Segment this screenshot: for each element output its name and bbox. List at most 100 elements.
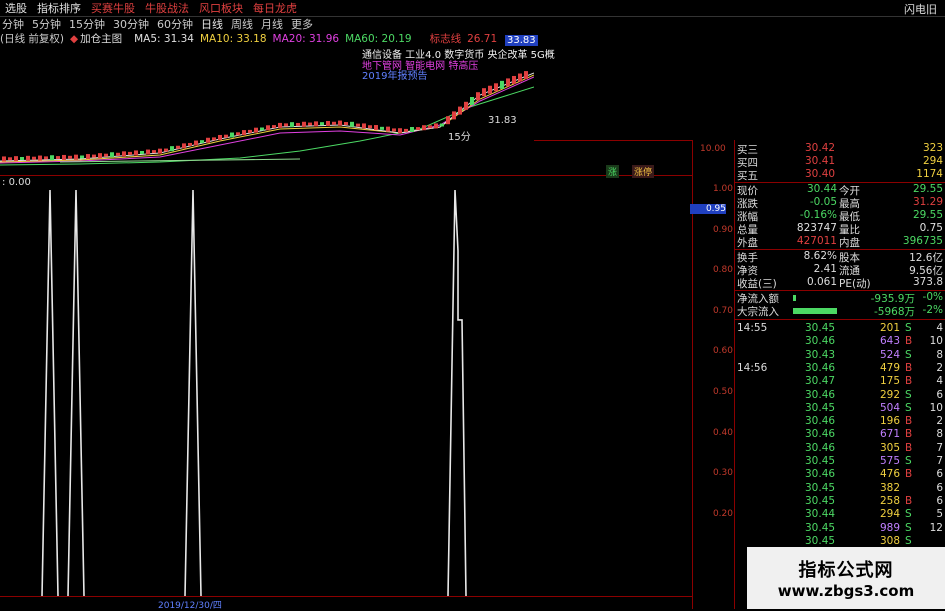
candle xyxy=(386,126,390,132)
candle xyxy=(14,156,18,162)
menu-item-2[interactable]: 买赛牛股 xyxy=(86,0,140,16)
tick-side: B xyxy=(905,441,913,454)
period-tab-6[interactable]: 周线 xyxy=(229,16,259,32)
candle xyxy=(338,120,342,126)
tick-row: 30.47 175 B 4 xyxy=(735,375,945,389)
stat-value: 427011 xyxy=(796,235,837,247)
flag-line-label: 标志线 xyxy=(429,33,462,45)
tick-price: 30.46 xyxy=(805,361,836,374)
flow-pct: -2% xyxy=(922,304,943,316)
tick-count: 8 xyxy=(936,428,943,441)
candle xyxy=(518,73,522,82)
tick-count: 4 xyxy=(936,375,943,388)
period-tab-2[interactable]: 15分钟 xyxy=(67,16,111,32)
tick-time: 14:56 xyxy=(737,361,768,374)
candle xyxy=(80,155,84,159)
fin-value-2: 373.8 xyxy=(912,276,943,288)
ask-price: 30.41 xyxy=(805,155,836,167)
ask-price: 30.42 xyxy=(805,142,836,154)
candle xyxy=(320,122,324,126)
tick-price: 30.46 xyxy=(805,415,836,428)
candle xyxy=(194,140,198,146)
signal-chart[interactable] xyxy=(0,186,692,596)
period-tab-7[interactable]: 月线 xyxy=(259,16,289,32)
ask-label: 买五 xyxy=(737,170,758,182)
y-tick-label: 0.90 xyxy=(712,224,733,235)
ma20-value: MA20: 31.96 xyxy=(272,32,340,45)
candle xyxy=(236,132,240,136)
ask-row: 买四 30.41 294 xyxy=(735,155,945,169)
ma60-value: MA60: 20.19 xyxy=(345,32,412,45)
candle xyxy=(332,121,336,125)
candle xyxy=(98,153,102,159)
ask-row: 买五 30.40 1174 xyxy=(735,168,945,182)
candle xyxy=(356,123,360,127)
tick-price: 30.45 xyxy=(805,481,836,494)
menu-item-1[interactable]: 指标排序 xyxy=(32,0,86,16)
candle xyxy=(488,85,492,94)
tick-volume: 196 xyxy=(879,415,900,428)
candle xyxy=(464,101,468,110)
candle xyxy=(506,78,510,87)
period-tab-0[interactable]: 分钟 xyxy=(0,16,30,32)
candle xyxy=(176,145,180,149)
price-axis-top: 10.00 xyxy=(700,144,726,154)
candle xyxy=(20,157,24,160)
candle xyxy=(56,156,60,160)
signal-spike xyxy=(184,189,202,596)
period-tab-5[interactable]: 日线 xyxy=(199,16,229,32)
candle xyxy=(278,122,282,128)
y-tick-label: 0.80 xyxy=(712,265,733,276)
signal-spike xyxy=(41,189,59,596)
price-chart-bottom xyxy=(534,140,692,141)
tick-volume: 258 xyxy=(879,494,900,507)
period-tab-4[interactable]: 60分钟 xyxy=(155,16,199,32)
period-tab-1[interactable]: 5分钟 xyxy=(30,16,67,32)
watermark-title: 指标公式网 xyxy=(798,560,894,581)
ma5-value: MA5: 31.34 xyxy=(134,32,194,45)
add-main-label: 加仓主图 xyxy=(80,33,123,45)
ask-price: 30.40 xyxy=(805,168,836,180)
candle xyxy=(266,125,270,131)
menu-item-5[interactable]: 每日龙虎 xyxy=(248,0,302,16)
badge-rise: 涨 xyxy=(606,165,620,178)
subchart-bottom-line xyxy=(0,596,692,597)
tick-row: 30.45 989 S 12 xyxy=(735,522,945,536)
tick-row: 30.43 524 S 8 xyxy=(735,349,945,363)
tick-volume: 305 xyxy=(879,441,900,454)
y-tick-label: 1.00 xyxy=(712,184,733,194)
report-note: 2019年报预告 xyxy=(362,71,428,82)
menu-item-3[interactable]: 牛股战法 xyxy=(140,0,194,16)
candle xyxy=(152,150,156,154)
candle xyxy=(326,120,330,126)
menu-item-0[interactable]: 选股 xyxy=(0,0,32,16)
tick-volume: 479 xyxy=(879,361,900,374)
badge-limit-up: 涨停 xyxy=(632,165,655,178)
tick-row: 30.45 258 B 6 xyxy=(735,495,945,509)
candle xyxy=(290,122,294,128)
signal-spikes xyxy=(41,189,467,596)
candle xyxy=(308,122,312,126)
candle xyxy=(272,125,276,129)
candle xyxy=(32,156,36,160)
candle xyxy=(122,151,126,157)
stat-row: 外盘 427011 内盘 396735 xyxy=(735,235,945,249)
period-tab-8[interactable]: 更多 xyxy=(289,16,319,32)
tick-price: 30.45 xyxy=(805,401,836,414)
stat-value-2: 29.55 xyxy=(912,183,943,195)
fin-row: 净资 2.41 流通 9.56亿 xyxy=(735,263,945,277)
stat-label: 外盘 xyxy=(737,237,758,249)
stat-value: -0.05 xyxy=(809,196,837,208)
tick-side: B xyxy=(905,335,913,348)
add-main-button[interactable]: ◆ 加仓主图 xyxy=(70,31,128,46)
fin-value: 8.62% xyxy=(803,250,837,262)
period-tab-3[interactable]: 30分钟 xyxy=(111,16,155,32)
y-tick-label: 0.40 xyxy=(712,427,733,438)
flow-row: 大宗流入 -5968万 -2% xyxy=(735,304,945,318)
tick-price: 30.46 xyxy=(805,468,836,481)
menu-item-4[interactable]: 风口板块 xyxy=(194,0,248,16)
tick-count: 6 xyxy=(936,388,943,401)
tick-side: B xyxy=(905,428,913,441)
candle xyxy=(470,97,474,105)
candle xyxy=(410,127,414,132)
